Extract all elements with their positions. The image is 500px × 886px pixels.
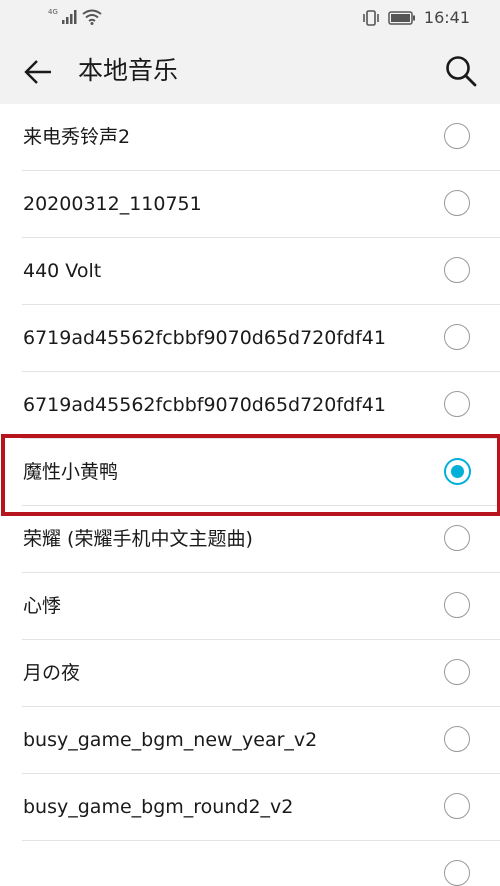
ringtone-item[interactable]: 来电秀铃声2 <box>0 104 500 171</box>
ringtone-label: 心悸 <box>23 595 62 617</box>
radio-button[interactable] <box>444 525 470 551</box>
radio-button[interactable] <box>444 860 470 886</box>
ringtone-item[interactable]: 心悸 <box>0 573 500 640</box>
radio-button[interactable] <box>444 726 470 752</box>
app-header: 本地音乐 <box>0 38 500 104</box>
ringtone-item[interactable]: 荣耀 (荣耀手机中文主题曲) <box>0 506 500 573</box>
radio-button[interactable] <box>444 257 470 283</box>
ringtone-item[interactable]: 6719ad45562fcbbf9070d65d720fdf41 <box>0 305 500 372</box>
radio-button[interactable] <box>444 123 470 149</box>
ringtone-list: 来电秀铃声2 20200312_110751 440 Volt 6719ad45… <box>0 104 500 886</box>
ringtone-item[interactable]: 20200312_110751 <box>0 171 500 238</box>
status-bar: 4G 16:41 <box>0 0 500 38</box>
page-title: 本地音乐 <box>78 56 179 85</box>
list-item-partial[interactable] <box>0 841 500 886</box>
status-left: 4G <box>48 8 102 25</box>
radio-button-checked[interactable] <box>444 458 471 485</box>
ringtone-item[interactable]: 6719ad45562fcbbf9070d65d720fdf41 <box>0 372 500 439</box>
ringtone-label: 6719ad45562fcbbf9070d65d720fdf41 <box>23 394 386 416</box>
network-type-label: 4G <box>48 8 58 16</box>
ringtone-label: 来电秀铃声2 <box>23 126 131 148</box>
ringtone-label: 20200312_110751 <box>23 193 202 215</box>
ringtone-item[interactable]: 440 Volt <box>0 238 500 305</box>
status-right: 16:41 <box>362 8 470 27</box>
ringtone-item[interactable]: busy_game_bgm_round2_v2 <box>0 774 500 841</box>
ringtone-label: 440 Volt <box>23 260 102 282</box>
ringtone-label: 6719ad45562fcbbf9070d65d720fdf41 <box>23 327 386 349</box>
back-arrow-icon[interactable] <box>22 56 54 88</box>
wifi-icon <box>82 9 102 25</box>
search-icon[interactable] <box>444 54 478 88</box>
status-time: 16:41 <box>423 8 470 27</box>
ringtone-label: 魔性小黄鸭 <box>23 461 119 483</box>
radio-button[interactable] <box>444 391 470 417</box>
ringtone-label: 月の夜 <box>23 662 81 684</box>
ringtone-label: 荣耀 (荣耀手机中文主题曲) <box>23 528 253 550</box>
ringtone-item[interactable]: 月の夜 <box>0 640 500 707</box>
ringtone-item[interactable]: busy_game_bgm_new_year_v2 <box>0 707 500 774</box>
signal-icon <box>61 10 77 24</box>
ringtone-item-selected[interactable]: 魔性小黄鸭 <box>0 439 500 506</box>
radio-button[interactable] <box>444 592 470 618</box>
ringtone-label: busy_game_bgm_round2_v2 <box>23 796 294 818</box>
radio-button[interactable] <box>444 793 470 819</box>
battery-icon <box>388 10 415 25</box>
radio-button[interactable] <box>444 324 470 350</box>
radio-button[interactable] <box>444 659 470 685</box>
vibrate-icon <box>363 9 379 26</box>
ringtone-label: busy_game_bgm_new_year_v2 <box>23 729 318 751</box>
radio-button[interactable] <box>444 190 470 216</box>
